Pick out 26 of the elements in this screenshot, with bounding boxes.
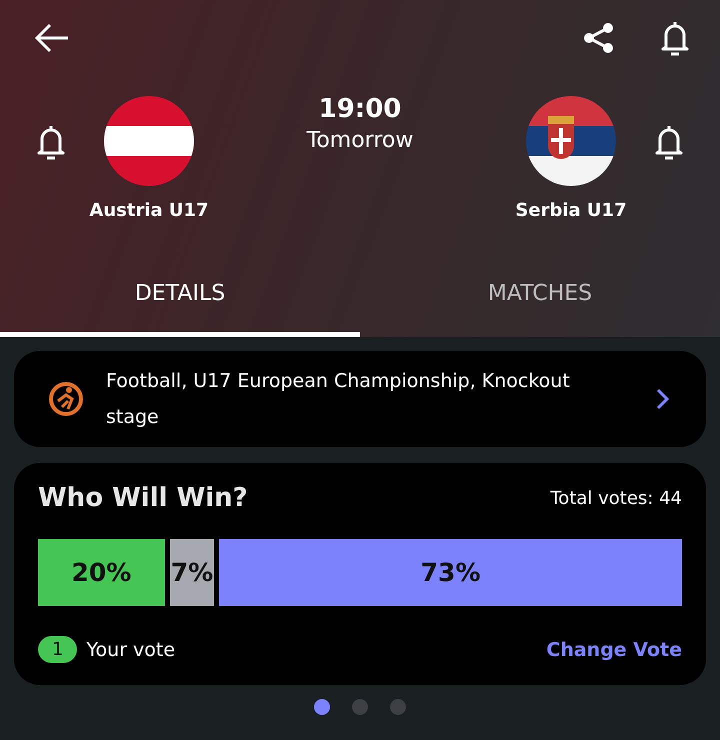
tab[interactable]: DETAILS [0, 281, 360, 337]
team-name: Serbia U17 [515, 200, 627, 221]
competition-name: Football, U17 European Championship, Knockout stage [106, 369, 571, 430]
match-day: Tomorrow [306, 128, 414, 153]
poll-title: Who Will Win? [38, 483, 248, 513]
change-vote-link[interactable]: Change Vote [546, 638, 682, 660]
football-icon [48, 381, 84, 417]
bell-icon[interactable] [654, 123, 684, 161]
vote-bar-segment[interactable]: 7% [170, 539, 214, 606]
tab[interactable]: MATCHES [360, 281, 720, 337]
vote-bar-segment[interactable]: 73% [219, 539, 682, 606]
flag-icon [526, 96, 616, 186]
vote-badge: 1 [38, 636, 78, 663]
pager-dot[interactable] [314, 699, 330, 715]
match-time: 19:00 [318, 94, 402, 124]
competition-card[interactable]: Football, U17 European Championship, Knockout stage [14, 351, 706, 447]
chevron-right-icon [654, 387, 670, 411]
team-name: Austria U17 [89, 200, 209, 221]
your-vote-label: Your vote [86, 638, 176, 660]
vote-bar-segment[interactable]: 20% [38, 539, 165, 606]
bell-icon[interactable] [660, 19, 690, 57]
total-votes: Total votes: 44 [550, 488, 682, 508]
pager-dot[interactable] [390, 699, 406, 715]
pager-dot[interactable] [352, 699, 368, 715]
bell-icon[interactable] [36, 123, 66, 161]
share-icon[interactable] [582, 21, 616, 55]
